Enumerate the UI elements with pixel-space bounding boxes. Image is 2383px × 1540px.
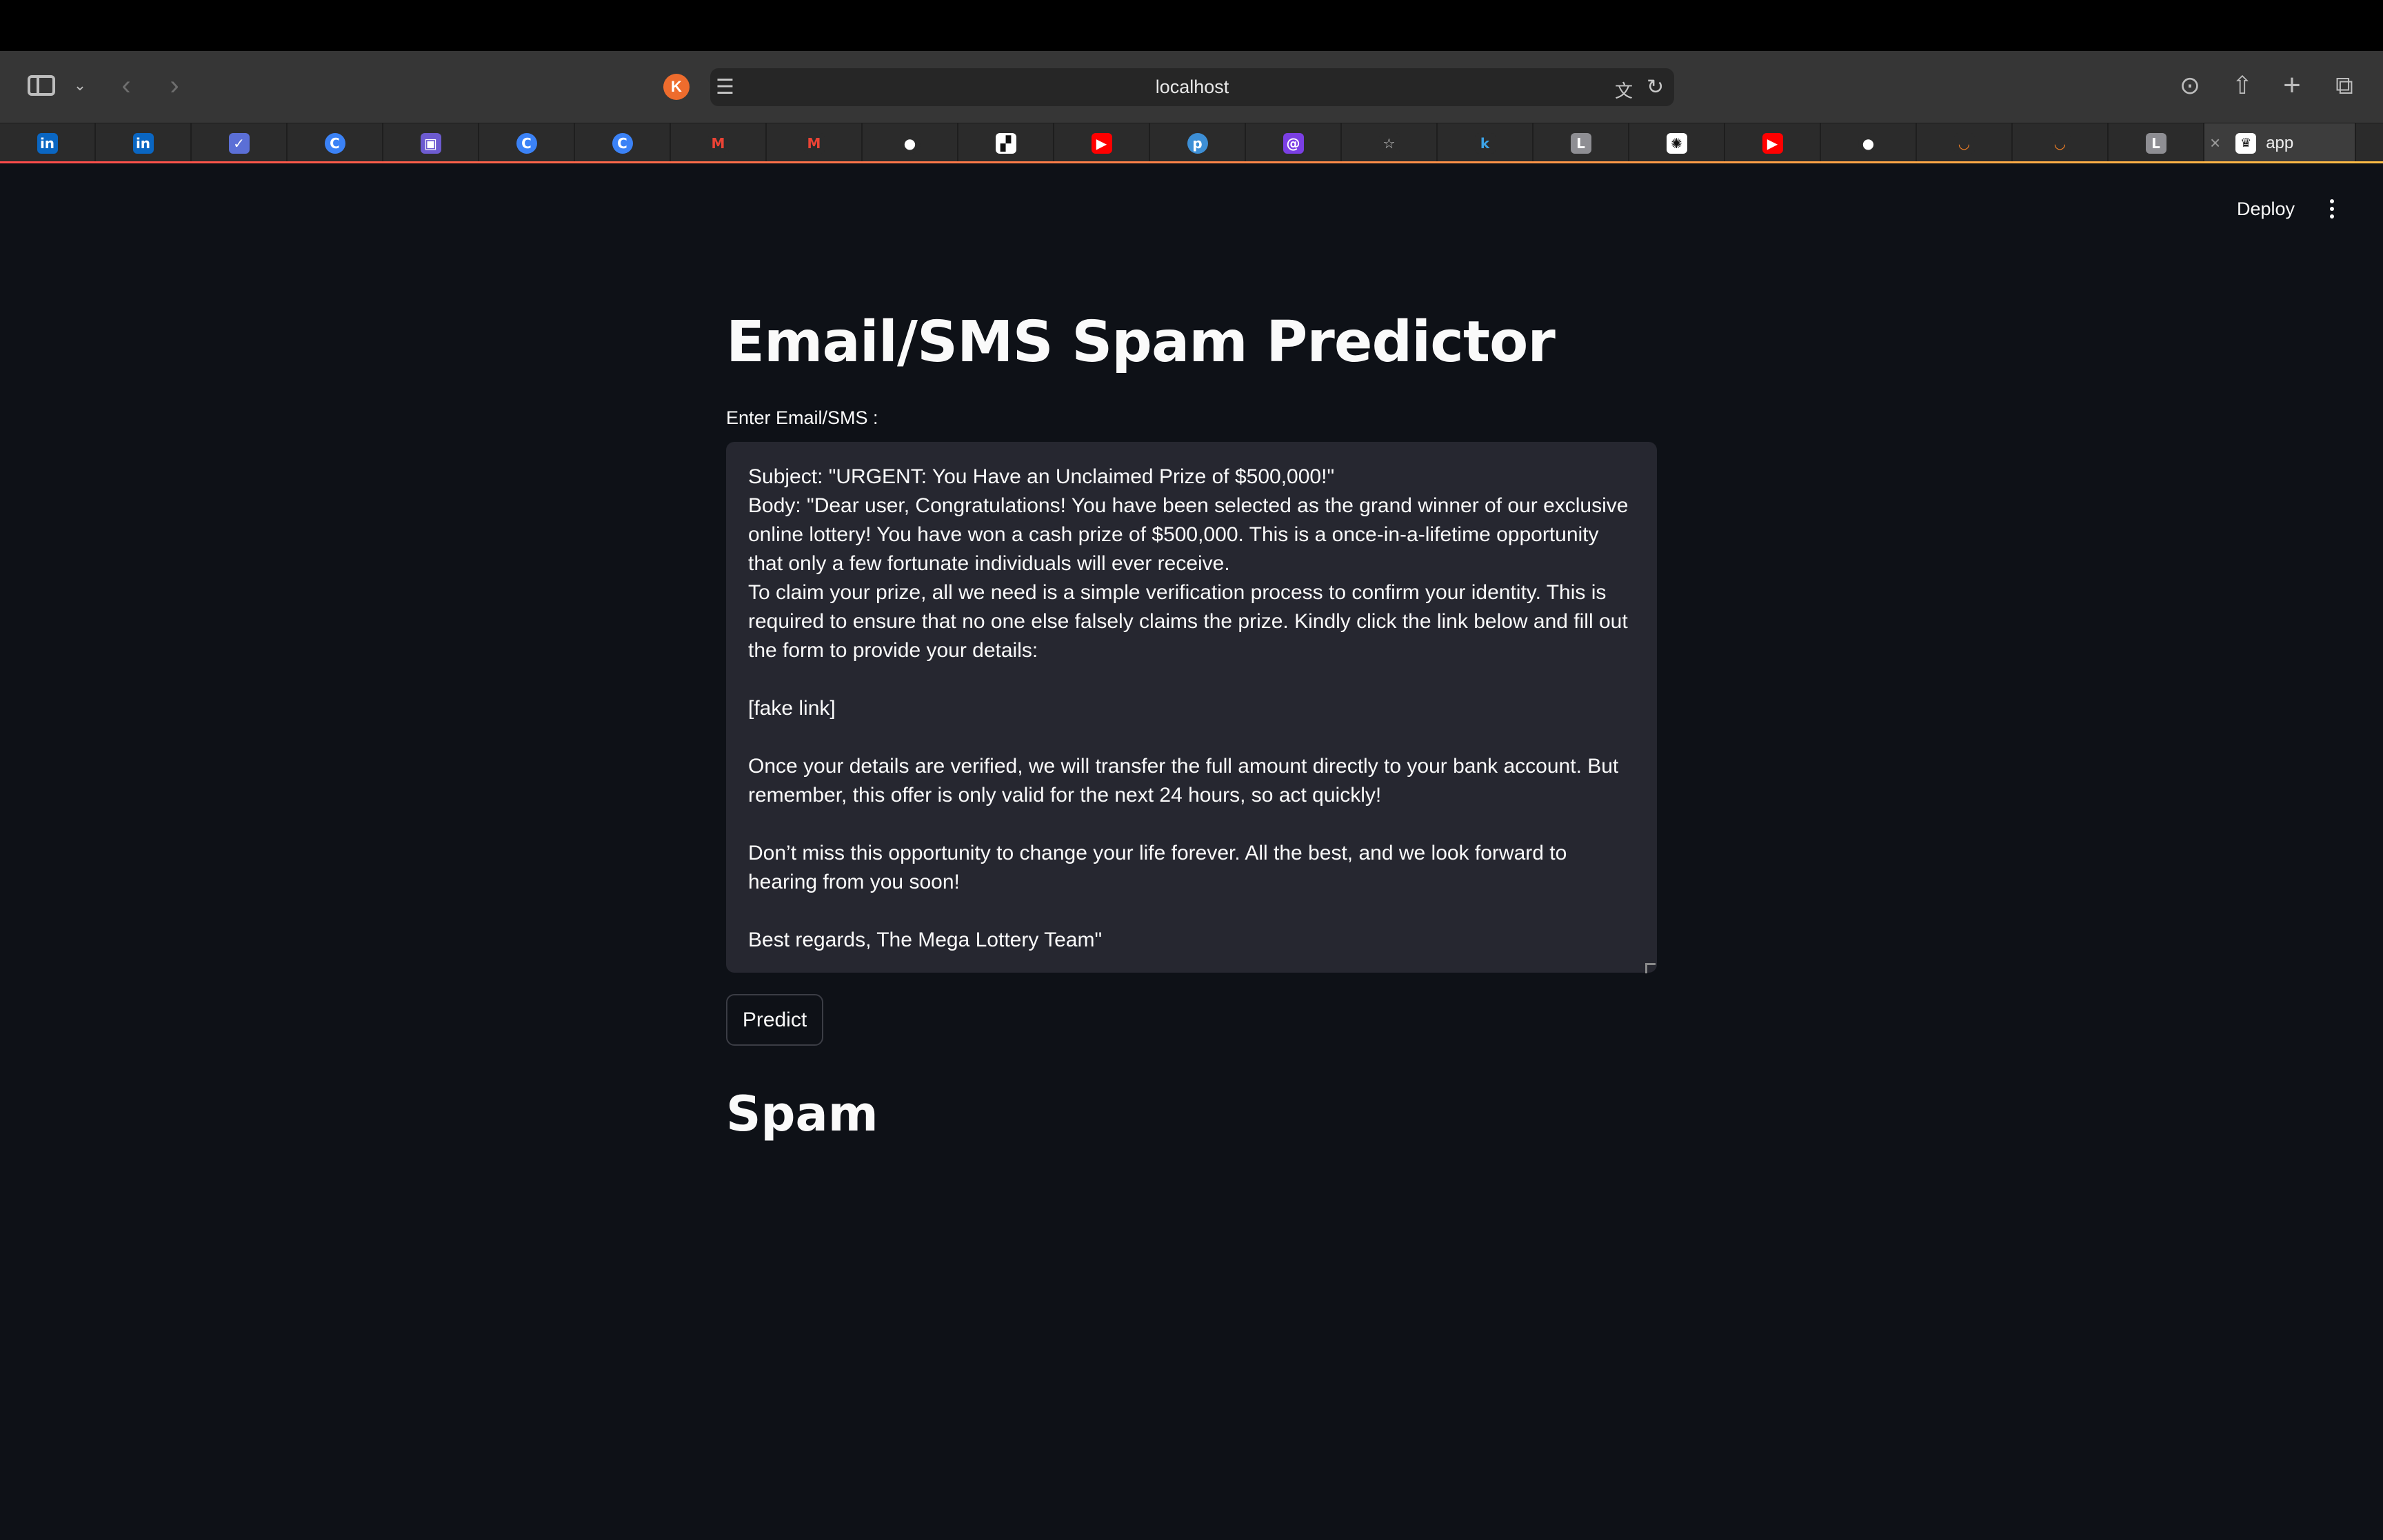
reload-icon[interactable]: ↻ [1647, 75, 1664, 99]
tab-p[interactable]: p [1150, 123, 1246, 163]
canva-icon: C [516, 132, 537, 154]
p-icon: p [1187, 132, 1208, 154]
tab-title: app [2266, 133, 2294, 152]
resize-handle-icon[interactable] [1645, 963, 1656, 973]
tab-gmail[interactable]: M [767, 123, 863, 163]
streamlit-icon: ♛ [2235, 132, 2257, 154]
main-menu-icon[interactable] [2324, 195, 2340, 223]
gmail-icon: M [707, 132, 729, 154]
tab-letter-l[interactable]: L [1534, 123, 1629, 163]
tab-linkedin[interactable]: in [0, 123, 96, 163]
tab-gallery[interactable]: ▣ [383, 123, 479, 163]
youtube-icon: ▶ [1762, 132, 1783, 154]
tab-canva[interactable]: C [575, 123, 671, 163]
arc-icon: ◡ [1953, 132, 1975, 154]
deploy-button[interactable]: Deploy [2227, 192, 2304, 226]
bookmark-star-icon: ☆ [1378, 132, 1400, 154]
address-bar[interactable]: ☰ localhost 文 ↻ [710, 68, 1674, 106]
tab-bookmark-star[interactable]: ☆ [1342, 123, 1438, 163]
gmail-icon: M [803, 132, 825, 154]
tab-linkedin[interactable]: in [96, 123, 192, 163]
tab-chatgpt[interactable]: ✺ [1629, 123, 1725, 163]
back-icon[interactable]: ‹ [116, 72, 137, 99]
tab-swirl[interactable]: @ [1246, 123, 1342, 163]
letter-l-icon: L [2145, 132, 2166, 154]
prediction-result: Spam [726, 1086, 878, 1142]
gallery-icon: ▣ [420, 132, 441, 154]
tab-github[interactable]: ● [863, 123, 958, 163]
tab-letter-l[interactable]: L [2109, 123, 2204, 163]
tab-k[interactable]: k [1438, 123, 1534, 163]
message-textarea[interactable]: Subject: "URGENT: You Have an Unclaimed … [726, 442, 1657, 973]
canva-icon: C [324, 132, 345, 154]
chevron-down-icon[interactable]: ⌄ [72, 77, 88, 94]
arc-icon: ◡ [2049, 132, 2071, 154]
tab-app[interactable]: ✓ [192, 123, 288, 163]
site-avatar-icon[interactable]: K [663, 74, 690, 100]
github-icon: ● [899, 132, 921, 154]
tab-app[interactable]: × ♛ app [2204, 123, 2356, 163]
close-icon[interactable]: × [2210, 132, 2220, 154]
k-icon: k [1474, 132, 1496, 154]
tab-canva[interactable]: C [288, 123, 383, 163]
tab-gmail[interactable]: M [671, 123, 767, 163]
window-top-strip [0, 0, 2383, 51]
tab-canva[interactable]: C [479, 123, 575, 163]
tab-arc[interactable]: ◡ [2013, 123, 2109, 163]
chess-icon: ▞ [995, 132, 1016, 154]
letter-l-icon: L [1570, 132, 1591, 154]
sidebar-toggle-icon[interactable] [28, 75, 55, 96]
linkedin-icon: in [132, 132, 154, 154]
forward-icon[interactable]: › [164, 72, 185, 99]
address-text[interactable]: localhost [710, 68, 1674, 106]
downloads-icon[interactable]: ⊙ [2176, 72, 2204, 99]
tab-github[interactable]: ● [1821, 123, 1917, 163]
predict-button[interactable]: Predict [726, 994, 823, 1046]
chatgpt-icon: ✺ [1666, 132, 1687, 154]
tab-chess[interactable]: ▞ [958, 123, 1054, 163]
share-icon[interactable]: ⇧ [2229, 70, 2256, 101]
tab-youtube[interactable]: ▶ [1725, 123, 1821, 163]
tab-youtube[interactable]: ▶ [1054, 123, 1150, 163]
tab-overview-icon[interactable]: ⧉ [2331, 72, 2358, 99]
new-tab-icon[interactable]: + [2278, 70, 2306, 101]
input-label: Enter Email/SMS : [726, 407, 878, 428]
streamlit-header-decoration [0, 161, 2383, 163]
github-icon: ● [1858, 132, 1879, 154]
translate-icon[interactable]: 文 [1615, 77, 1633, 103]
youtube-icon: ▶ [1091, 132, 1112, 154]
canva-icon: C [612, 132, 633, 154]
app-icon: ✓ [228, 132, 250, 154]
linkedin-icon: in [37, 132, 58, 154]
tab-bar: in in ✓ C ▣ C C M M ● ▞ ▶ p @ ☆ k L ✺ ▶ ● ◡ ◡ L × ♛ app [0, 123, 2383, 163]
swirl-icon: @ [1283, 132, 1304, 154]
page-title: Email/SMS Spam Predictor [726, 310, 1556, 375]
tab-arc[interactable]: ◡ [1917, 123, 2013, 163]
